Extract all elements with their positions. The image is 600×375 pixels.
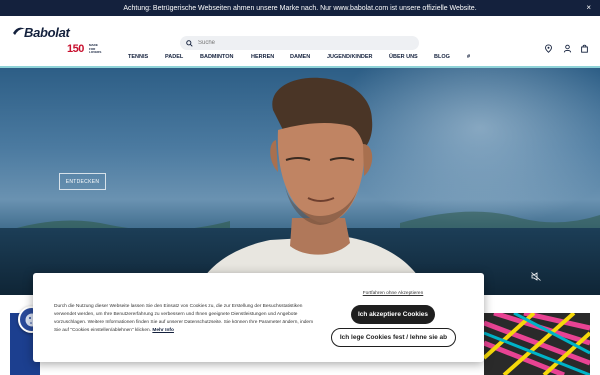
nav-item-padel[interactable]: PADEL: [165, 54, 183, 60]
search-icon: [186, 39, 193, 47]
cookie-settings-button[interactable]: Ich lege Cookies fest / lehne sie ab: [331, 328, 456, 347]
announcement-text: Achtung: Betrügerische Webseiten ahmen u…: [123, 4, 477, 12]
hero-banner: ENTDECKEN: [0, 68, 600, 295]
nav-item-herren[interactable]: HERREN: [251, 54, 274, 60]
search-bar[interactable]: [180, 36, 419, 50]
mute-icon[interactable]: [531, 272, 541, 281]
logo-anniversary: 150: [67, 43, 84, 55]
nav-item-hash[interactable]: #: [467, 54, 470, 60]
logo-wordmark: Babolat: [24, 25, 70, 40]
continue-without-accepting-link[interactable]: Fortfahren ohne Akzeptieren: [350, 291, 436, 296]
site-header: Babolat 150 MADE FOR LOVERS TENNIS PADEL…: [0, 16, 600, 67]
teaser-pattern-image: [484, 313, 590, 375]
logo-claim: MADE FOR LOVERS: [89, 43, 102, 55]
nav-item-blog[interactable]: BLOG: [434, 54, 450, 60]
nav-item-badminton[interactable]: BADMINTON: [200, 54, 234, 60]
discover-button[interactable]: ENTDECKEN: [59, 173, 106, 190]
location-pin-icon[interactable]: [544, 40, 553, 53]
logo-claim-line: LOVERS: [89, 50, 102, 54]
close-icon[interactable]: ×: [586, 3, 591, 12]
nav-item-jugend-kinder[interactable]: JUGEND/KINDER: [327, 54, 373, 60]
babolat-logo[interactable]: Babolat 150 MADE FOR LOVERS: [12, 22, 108, 62]
teaser-tile-right[interactable]: [484, 313, 590, 375]
cookie-consent-banner: Durch die Nutzung dieser Webseite lassen…: [33, 273, 484, 362]
announcement-bar: Achtung: Betrügerische Webseiten ahmen u…: [0, 0, 600, 16]
accept-cookies-button[interactable]: Ich akzeptiere Cookies: [351, 305, 435, 324]
search-input[interactable]: [198, 40, 398, 46]
more-info-link[interactable]: Mehr Info: [152, 328, 174, 333]
nav-item-ueber-uns[interactable]: ÜBER UNS: [389, 54, 418, 60]
nav-item-damen[interactable]: DAMEN: [290, 54, 310, 60]
nav-item-tennis[interactable]: TENNIS: [128, 54, 148, 60]
user-icon[interactable]: [563, 40, 572, 53]
cookie-consent-text: Durch die Nutzung dieser Webseite lassen…: [54, 303, 319, 335]
shopping-bag-icon[interactable]: [580, 40, 589, 53]
cookie-consent-body: Durch die Nutzung dieser Webseite lassen…: [54, 304, 314, 333]
